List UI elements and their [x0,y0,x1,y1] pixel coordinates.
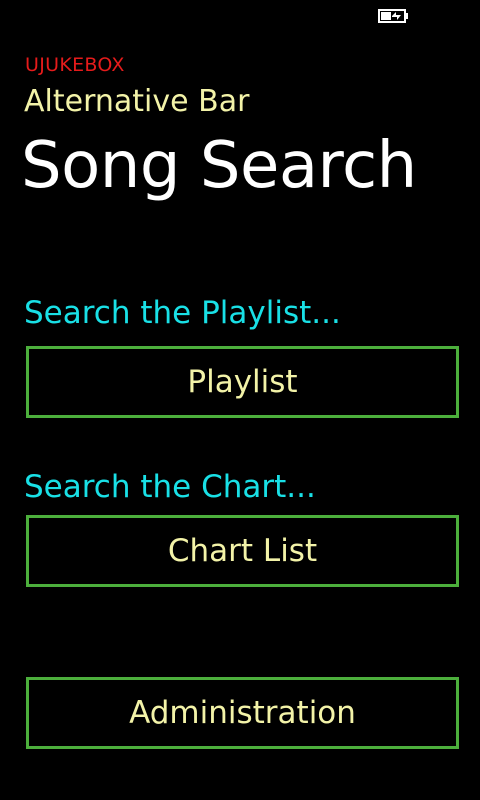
administration-button[interactable]: Administration [26,677,459,749]
battery-charging-icon [378,8,412,24]
venue-title: Alternative Bar [24,84,250,119]
status-bar [0,0,480,32]
app-name: UJUKEBOX [25,54,125,76]
chart-list-button[interactable]: Chart List [26,515,459,587]
playlist-section-label: Search the Playlist... [24,295,341,331]
chart-section-label: Search the Chart... [24,469,316,505]
page-title: Song Search [21,129,417,203]
playlist-button[interactable]: Playlist [26,346,459,418]
